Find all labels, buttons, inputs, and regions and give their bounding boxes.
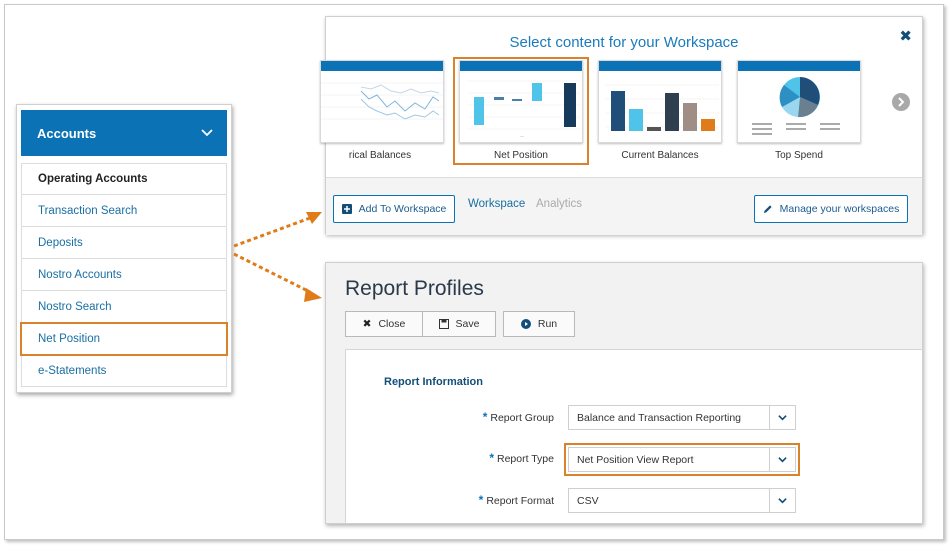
accounts-header[interactable]: Accounts bbox=[21, 110, 227, 156]
chevron-down-icon bbox=[778, 415, 787, 421]
dropdown-toggle[interactable] bbox=[769, 448, 795, 471]
add-to-workspace-button[interactable]: Add To Workspace bbox=[333, 195, 455, 223]
svg-text:—: — bbox=[520, 134, 524, 138]
report-form: Report Information * Report Group Balance… bbox=[345, 349, 922, 523]
report-profiles-panel: Report Profiles ✖ Close Save Run Report … bbox=[325, 262, 923, 524]
thumbnail-current-balances[interactable] bbox=[598, 60, 722, 143]
workspace-panel: Select content for your Workspace ✖ rica… bbox=[320, 16, 923, 235]
thumbnail-label-net-position: Net Position bbox=[494, 150, 548, 161]
chevron-down-icon bbox=[778, 498, 787, 504]
close-icon[interactable]: ✖ bbox=[899, 27, 912, 45]
line-chart-thumbnail-icon bbox=[321, 82, 443, 120]
accounts-menu: Operating Accounts Transaction Search De… bbox=[20, 163, 228, 387]
chevron-down-icon bbox=[201, 129, 213, 137]
accounts-item-operating-accounts[interactable]: Operating Accounts bbox=[21, 163, 227, 195]
required-asterisk-icon: * bbox=[482, 410, 488, 424]
report-format-label: * Report Format bbox=[478, 493, 554, 507]
dropdown-toggle[interactable] bbox=[769, 406, 795, 429]
close-icon: ✖ bbox=[362, 318, 372, 330]
thumbnail-top-spend[interactable] bbox=[737, 60, 861, 143]
thumbnail-label-top-spend: Top Spend bbox=[775, 150, 823, 161]
page-title: Report Profiles bbox=[345, 277, 484, 300]
carousel-next-button[interactable] bbox=[892, 93, 910, 111]
required-asterisk-icon: * bbox=[478, 493, 484, 507]
report-type-label: * Report Type bbox=[489, 451, 554, 465]
play-circle-icon bbox=[520, 319, 531, 329]
report-group-select[interactable]: Balance and Transaction Reporting bbox=[568, 405, 796, 430]
thumbnail-net-position[interactable]: — bbox=[459, 60, 583, 143]
pie-chart-thumbnail-icon bbox=[752, 77, 840, 135]
accounts-item-nostro-accounts[interactable]: Nostro Accounts bbox=[21, 259, 227, 291]
thumbnail-header-bar bbox=[738, 61, 860, 71]
thumbnail-header-bar bbox=[321, 61, 443, 71]
plus-square-icon bbox=[341, 204, 352, 214]
thumbnail-label-historical-balances: rical Balances bbox=[348, 150, 412, 161]
tab-analytics[interactable]: Analytics bbox=[536, 198, 582, 210]
tab-workspace[interactable]: Workspace bbox=[468, 198, 525, 210]
accounts-item-net-position[interactable]: Net Position bbox=[20, 322, 228, 356]
report-format-select[interactable]: CSV bbox=[568, 488, 796, 513]
thumbnail-header-bar bbox=[460, 61, 582, 71]
accounts-item-deposits[interactable]: Deposits bbox=[21, 227, 227, 259]
accounts-item-transaction-search[interactable]: Transaction Search bbox=[21, 195, 227, 227]
manage-workspaces-button[interactable]: Manage your workspaces bbox=[754, 195, 908, 223]
accounts-panel: Accounts Operating Accounts Transaction … bbox=[16, 104, 232, 393]
required-asterisk-icon: * bbox=[489, 451, 494, 465]
thumbnail-historical-balances[interactable] bbox=[320, 60, 444, 143]
section-title: Report Information bbox=[384, 376, 483, 388]
accounts-item-e-statements[interactable]: e-Statements bbox=[21, 355, 227, 387]
workspace-title: Select content for your Workspace bbox=[509, 34, 739, 51]
bar-chart-thumbnail-icon bbox=[605, 84, 719, 131]
report-group-label: * Report Group bbox=[482, 410, 554, 424]
report-type-select[interactable]: Net Position View Report bbox=[564, 443, 800, 476]
workspace-footer: Add To Workspace Workspace Analytics Man… bbox=[326, 177, 922, 235]
accounts-title: Accounts bbox=[37, 125, 97, 141]
run-button[interactable]: Run bbox=[503, 311, 575, 337]
save-button[interactable]: Save bbox=[422, 311, 496, 337]
chevron-right-icon bbox=[898, 97, 905, 107]
thumbnail-label-current-balances: Current Balances bbox=[621, 150, 699, 161]
thumbnail-header-bar bbox=[599, 61, 721, 71]
floppy-disk-icon bbox=[438, 319, 449, 329]
pencil-icon bbox=[763, 205, 772, 213]
waterfall-chart-thumbnail-icon: — bbox=[468, 80, 580, 138]
close-button[interactable]: ✖ Close bbox=[345, 311, 423, 337]
accounts-item-nostro-search[interactable]: Nostro Search bbox=[21, 291, 227, 323]
dropdown-toggle[interactable] bbox=[769, 489, 795, 512]
chevron-down-icon bbox=[778, 457, 787, 463]
